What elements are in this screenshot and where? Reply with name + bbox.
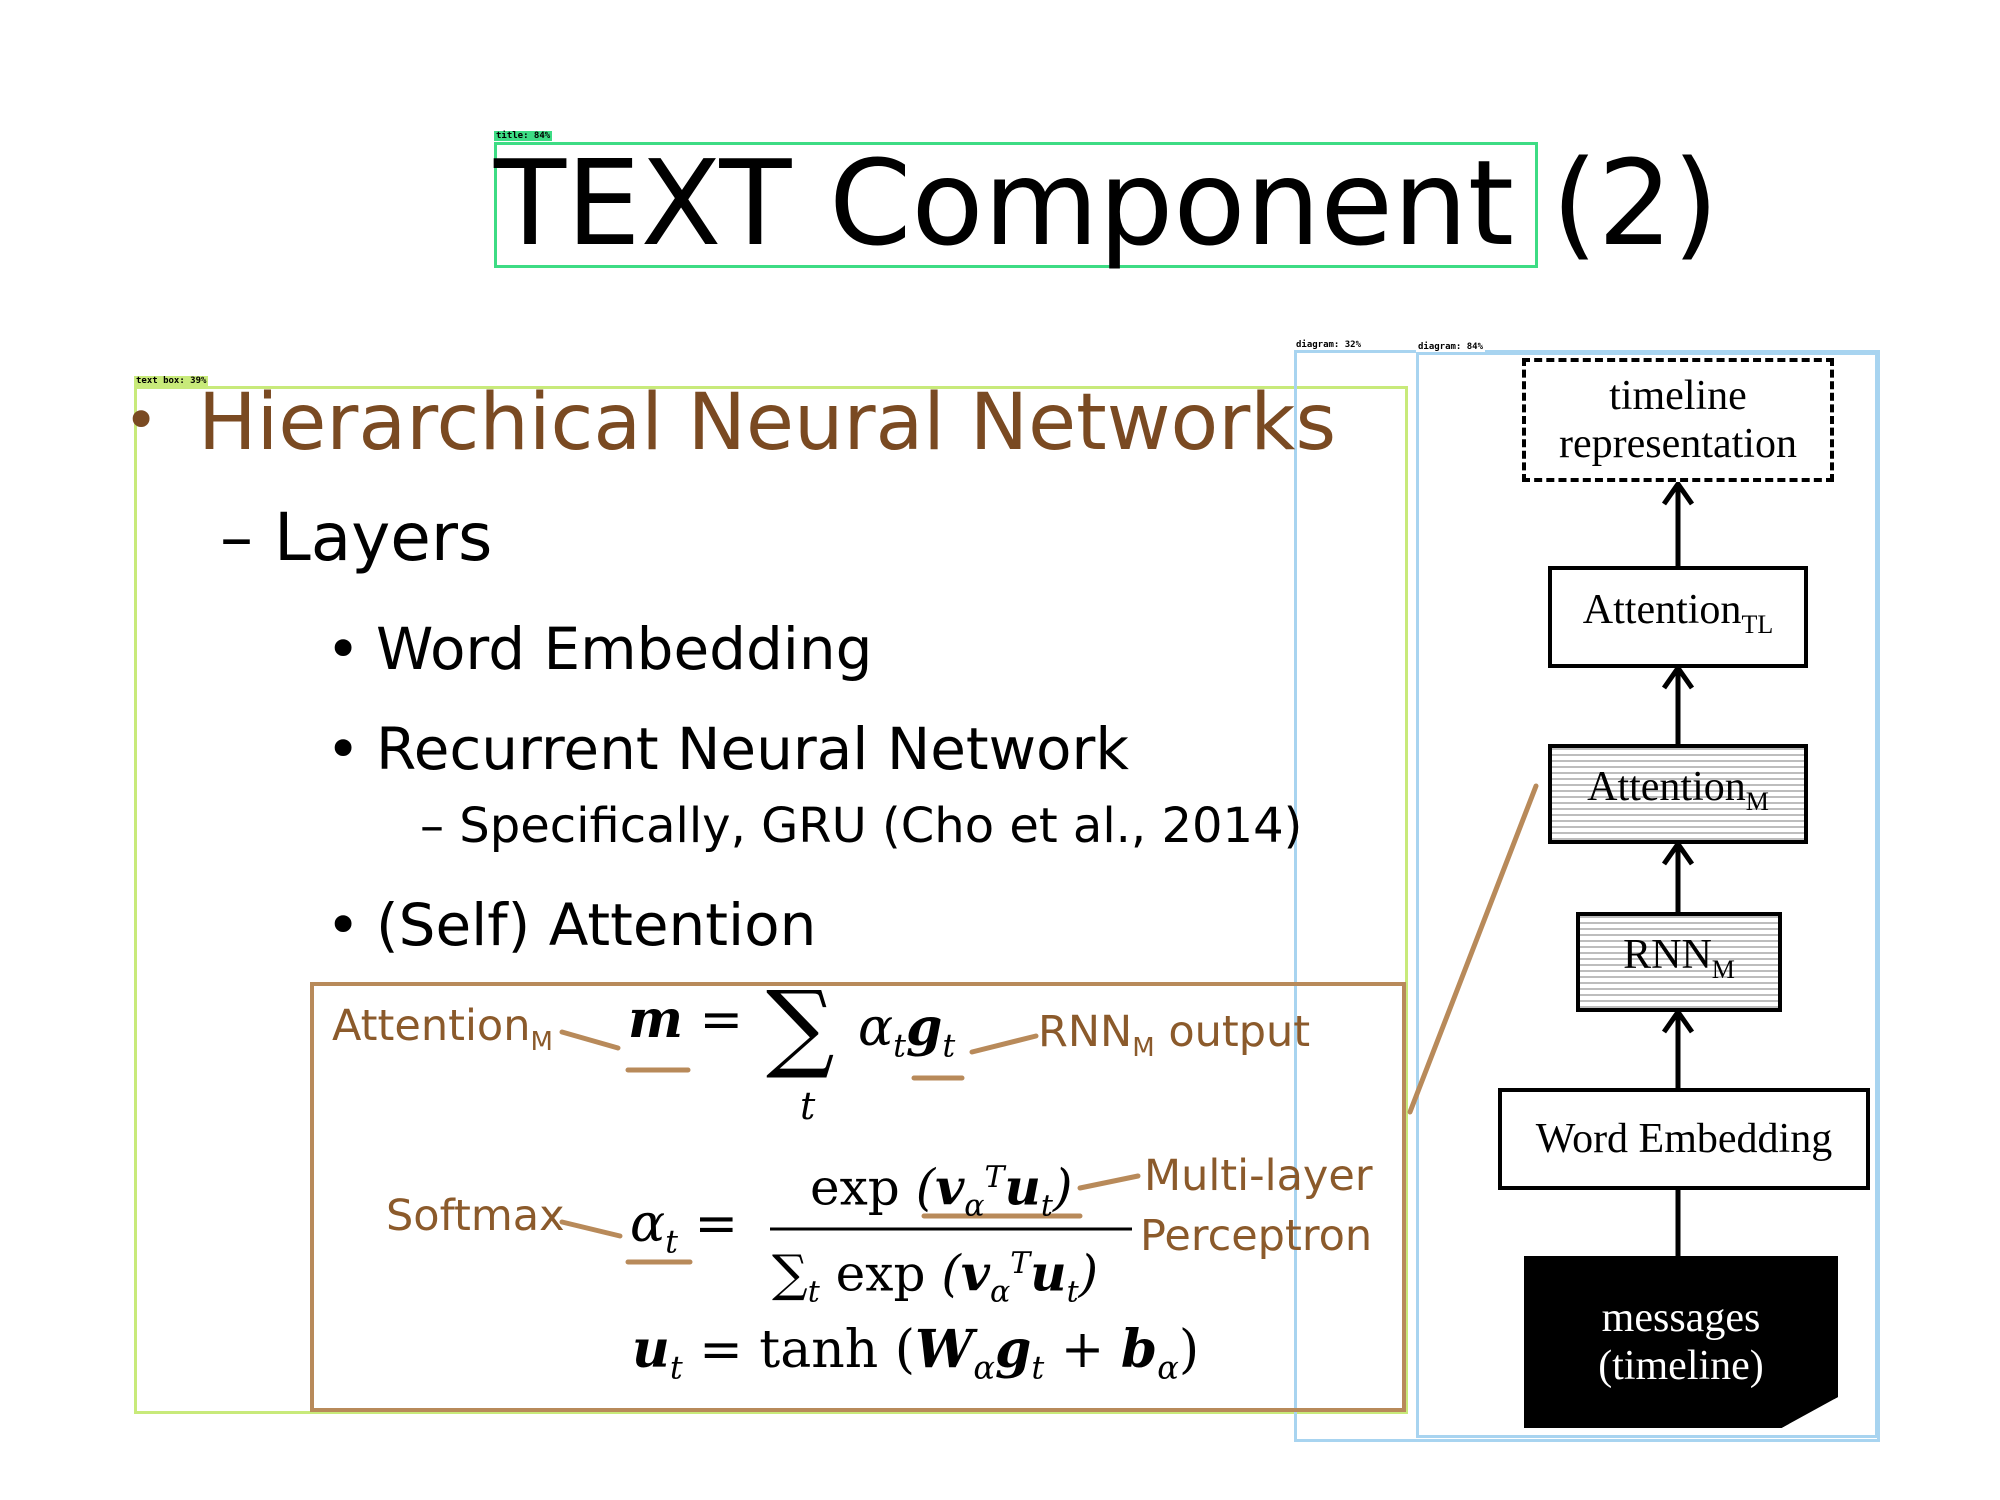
attention-tl-node: AttentionTL [1548,566,1808,668]
attention-m-node: AttentionM [1548,744,1808,844]
word-embedding-node: Word Embedding [1498,1088,1870,1190]
messages-timeline-node: messages (timeline) [1524,1256,1838,1428]
rnn-m-node: RNNM [1576,912,1782,1012]
timeline-representation-node: timeline representation [1522,358,1834,482]
